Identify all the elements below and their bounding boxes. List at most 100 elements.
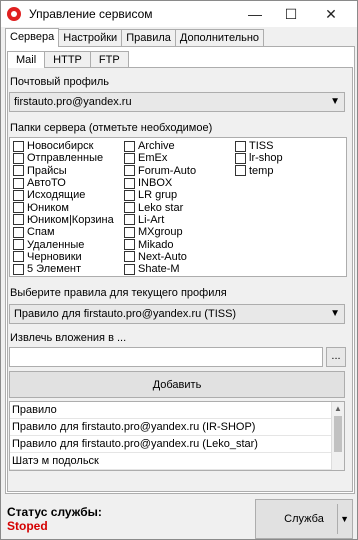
- minimize-button[interactable]: —: [241, 1, 269, 27]
- folder-label: MXgroup: [138, 226, 183, 239]
- checkbox-icon[interactable]: [13, 202, 24, 214]
- folder-label: Юником: [27, 201, 69, 214]
- folder-checkbox[interactable]: Li-Art: [124, 214, 196, 226]
- checkbox-icon[interactable]: [13, 263, 24, 275]
- folder-checkbox[interactable]: EmEx: [124, 152, 196, 164]
- folder-checkbox[interactable]: INBOX: [124, 177, 196, 189]
- checkbox-icon[interactable]: [13, 214, 24, 226]
- checkbox-icon[interactable]: [124, 189, 135, 201]
- rule-list-item[interactable]: Шатэ м подольск: [10, 453, 332, 470]
- attachments-path-input[interactable]: [9, 347, 323, 367]
- chevron-down-icon[interactable]: ▼: [340, 514, 349, 524]
- checkbox-icon[interactable]: [13, 226, 24, 238]
- folder-checkbox[interactable]: Archive: [124, 140, 196, 152]
- tab-settings[interactable]: Настройки: [58, 29, 123, 47]
- checkbox-icon[interactable]: [124, 226, 135, 238]
- service-window: Управление сервисом — ☐ ✕ Сервера Настро…: [0, 0, 358, 540]
- profile-label: Почтовый профиль: [10, 76, 110, 88]
- checkbox-icon[interactable]: [124, 214, 135, 226]
- tab-rules[interactable]: Правила: [121, 29, 176, 47]
- chevron-down-icon: ▼: [330, 96, 340, 107]
- folder-checkbox[interactable]: Новосибирск: [13, 140, 114, 152]
- folder-checkbox[interactable]: LR grup: [124, 189, 196, 201]
- folder-checkbox[interactable]: Исходящие: [13, 189, 114, 201]
- folder-checkbox[interactable]: Спам: [13, 226, 114, 238]
- rules-select-label: Выберите правила для текущего профиля: [10, 287, 227, 299]
- checkbox-icon[interactable]: [124, 263, 135, 275]
- add-button[interactable]: Добавить: [9, 371, 345, 398]
- maximize-button[interactable]: ☐: [277, 1, 305, 27]
- checkbox-icon[interactable]: [235, 165, 246, 177]
- rule-list-item[interactable]: Правило для firstauto.pro@yandex.ru (Lek…: [10, 436, 332, 453]
- tab-ftp[interactable]: FTP: [89, 51, 129, 67]
- rules-select-value: Правило для firstauto.pro@yandex.ru (TIS…: [14, 308, 237, 320]
- folder-checkbox[interactable]: Leko star: [124, 201, 196, 214]
- folder-label: Спам: [27, 226, 55, 239]
- browse-button[interactable]: ...: [326, 347, 346, 367]
- chevron-down-icon: ▼: [330, 308, 340, 319]
- folder-label: EmEx: [138, 152, 168, 165]
- checkbox-icon[interactable]: [124, 251, 135, 263]
- checkbox-icon[interactable]: [124, 177, 135, 189]
- checkbox-icon[interactable]: [13, 165, 24, 177]
- checkbox-icon[interactable]: [13, 177, 24, 189]
- rule-list-item[interactable]: Правило: [10, 402, 332, 419]
- rules-select[interactable]: Правило для firstauto.pro@yandex.ru (TIS…: [9, 304, 345, 324]
- rule-list-item[interactable]: Правило для firstauto.pro@yandex.ru (IR-…: [10, 419, 332, 436]
- folder-checkbox[interactable]: temp: [235, 165, 283, 177]
- protocol-tabs: Mail HTTP FTP: [7, 51, 129, 68]
- checkbox-icon[interactable]: [124, 202, 135, 214]
- checkbox-icon[interactable]: [124, 239, 135, 251]
- folder-checkbox[interactable]: Next-Auto: [124, 251, 196, 263]
- service-button[interactable]: Служба ▼: [255, 499, 353, 539]
- tab-http[interactable]: HTTP: [44, 51, 91, 67]
- folder-checkbox[interactable]: Mikado: [124, 238, 196, 251]
- checkbox-icon[interactable]: [13, 189, 24, 201]
- folder-checkbox[interactable]: Удаленные: [13, 238, 114, 251]
- folder-checkbox[interactable]: Forum-Auto: [124, 165, 196, 177]
- folder-checkbox[interactable]: 5 Элемент: [13, 263, 114, 275]
- folder-label: Archive: [138, 140, 175, 153]
- scroll-thumb[interactable]: [334, 416, 342, 452]
- attachments-label: Извлечь вложения в ...: [10, 332, 127, 344]
- folder-checkbox[interactable]: Черновики: [13, 251, 114, 263]
- folder-label: temp: [249, 164, 274, 177]
- folder-checkbox[interactable]: Юником|Корзина: [13, 214, 114, 226]
- rules-rows: Правило Правило для firstauto.pro@yandex.…: [10, 402, 344, 470]
- folder-label: LR grup: [138, 189, 178, 202]
- folder-checkbox[interactable]: АвтоТО: [13, 177, 114, 189]
- folder-label: INBOX: [138, 177, 173, 190]
- folders-column-2: Archive EmEx Forum-Auto INBOX LR grup Leko st…: [124, 140, 196, 275]
- checkbox-icon[interactable]: [124, 165, 135, 177]
- folders-list: Новосибирск Отправленные Прайсы АвтоТО Исход…: [9, 137, 347, 277]
- service-status-value: Stoped: [7, 519, 48, 533]
- checkbox-icon[interactable]: [124, 152, 135, 164]
- folder-label: TISS: [249, 140, 274, 153]
- checkbox-icon[interactable]: [13, 152, 24, 164]
- folder-checkbox[interactable]: Отправленные: [13, 152, 114, 164]
- main-tabs: Сервера Настройки Правила Дополнительно: [5, 28, 265, 47]
- checkbox-icon[interactable]: [124, 140, 135, 152]
- tab-additional[interactable]: Дополнительно: [174, 29, 265, 47]
- folder-checkbox[interactable]: MXgroup: [124, 226, 196, 238]
- folder-label: lr-shop: [249, 152, 283, 165]
- checkbox-icon[interactable]: [235, 152, 246, 164]
- folder-checkbox[interactable]: lr-shop: [235, 152, 283, 164]
- tab-mail[interactable]: Mail: [7, 51, 46, 68]
- folder-checkbox[interactable]: Shate-M: [124, 263, 196, 275]
- close-button[interactable]: ✕: [317, 1, 345, 27]
- tab-servers[interactable]: Сервера: [5, 28, 60, 47]
- rules-scrollbar[interactable]: ▲: [331, 402, 344, 470]
- window-title: Управление сервисом: [29, 7, 153, 21]
- folder-checkbox[interactable]: TISS: [235, 140, 283, 152]
- folder-checkbox[interactable]: Прайсы: [13, 165, 114, 177]
- folder-label: Leko star: [138, 201, 184, 214]
- profile-select[interactable]: firstauto.pro@yandex.ru ▼: [9, 92, 345, 112]
- profile-value: firstauto.pro@yandex.ru: [14, 96, 132, 108]
- scroll-up-icon[interactable]: ▲: [332, 402, 344, 415]
- checkbox-icon[interactable]: [13, 140, 24, 152]
- folder-checkbox[interactable]: Юником: [13, 201, 114, 214]
- checkbox-icon[interactable]: [13, 251, 24, 263]
- checkbox-icon[interactable]: [13, 239, 24, 251]
- checkbox-icon[interactable]: [235, 140, 246, 152]
